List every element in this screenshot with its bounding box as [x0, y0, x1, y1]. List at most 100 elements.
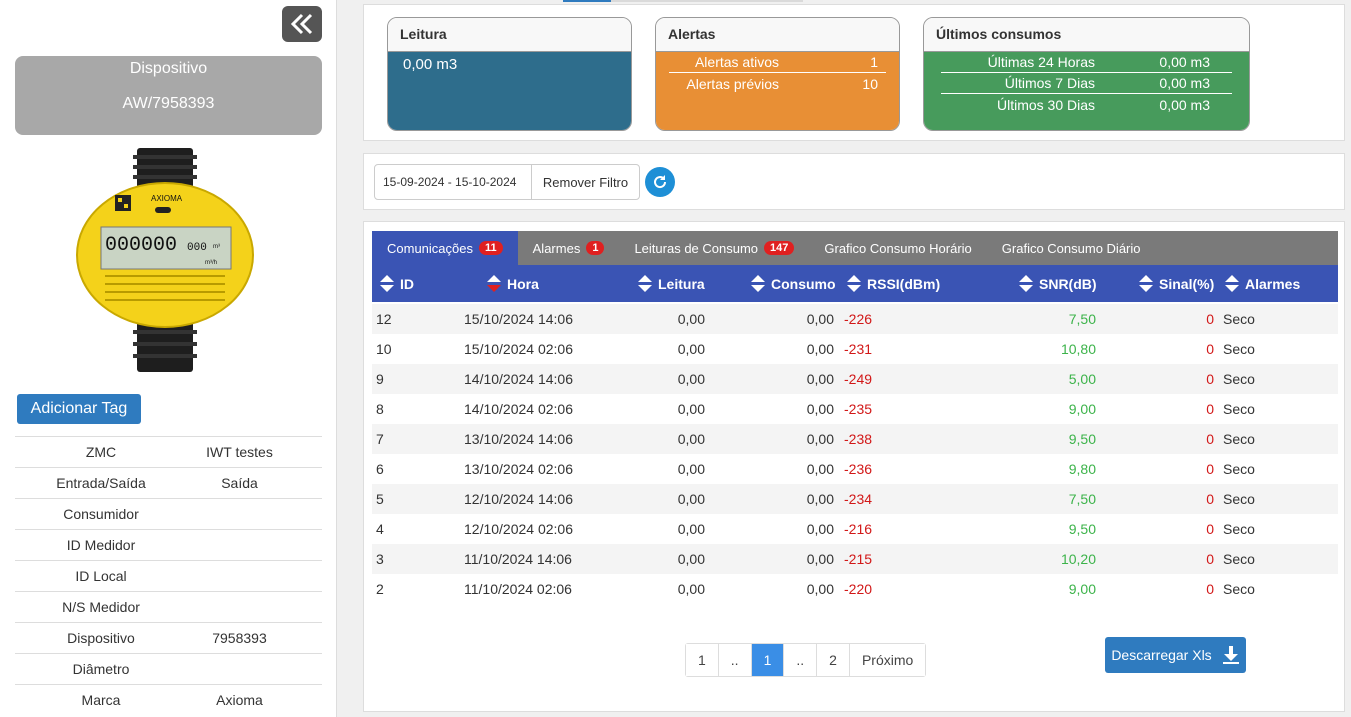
column-header-label: ID: [400, 275, 414, 292]
date-range-picker[interactable]: 15-09-2024 - 15-10-2024: [374, 164, 532, 200]
cell-sinal: 0: [1206, 551, 1214, 567]
property-row: ID Local: [15, 560, 322, 591]
tab-alarmes[interactable]: Alarmes 1: [518, 231, 620, 265]
cell-hora: 12/10/2024 14:06: [464, 491, 573, 507]
column-header[interactable]: Hora: [487, 265, 539, 302]
next-page-button[interactable]: Próximo: [849, 644, 926, 676]
column-header-label: Hora: [507, 275, 539, 292]
refresh-button[interactable]: [645, 167, 675, 197]
tab-grafico-consumo-horario[interactable]: Grafico Consumo Horário: [809, 231, 986, 265]
table-header: ID Hora Leitura Consumo RSSI(dBm) SNR(dB) Sina…: [372, 265, 1338, 302]
alertas-body: Alertas ativos 1 Alertas prévios 10: [656, 52, 899, 130]
cell-alarmes: Seco: [1223, 341, 1255, 357]
cell-consumo: 0,00: [806, 581, 834, 597]
cell-consumo: 0,00: [806, 401, 834, 417]
meter-counter-fraction: 000: [187, 242, 207, 254]
page-button[interactable]: ..: [784, 644, 818, 676]
cell-snr: 7,50: [1068, 311, 1096, 327]
alertas-row: Alertas ativos 1: [669, 52, 886, 73]
water-meter-image: AXIOMA 000000 000 m³ m³/h: [76, 148, 254, 372]
alertas-label: Alertas ativos: [694, 54, 779, 70]
download-xls-button[interactable]: Descarregar Xls: [1105, 637, 1246, 673]
table-body: 12 15/10/2024 14:06 0,00 0,00 -226 7,50 0 Seco 1…: [372, 304, 1338, 604]
cell-alarmes: Seco: [1223, 461, 1255, 477]
consumos-row: Últimos 7 Dias 0,00 m3: [941, 73, 1232, 94]
cell-consumo: 0,00: [806, 371, 834, 387]
tab-grafico-consumo-diario[interactable]: Grafico Consumo Diário: [987, 231, 1156, 265]
page-button[interactable]: 2: [817, 644, 850, 676]
cell-sinal: 0: [1206, 431, 1214, 447]
cell-consumo: 0,00: [806, 341, 834, 357]
cell-consumo: 0,00: [806, 491, 834, 507]
cell-alarmes: Seco: [1223, 311, 1255, 327]
device-id: AW/7958393: [122, 95, 215, 112]
cell-hora: 14/10/2024 14:06: [464, 371, 573, 387]
cell-sinal: 0: [1206, 581, 1214, 597]
top-tab-indicator: [563, 0, 611, 2]
top-tab-strip: [563, 0, 803, 2]
page-button[interactable]: 1: [686, 644, 719, 676]
cell-alarmes: Seco: [1223, 491, 1255, 507]
cell-id: 7: [376, 431, 384, 447]
cell-id: 6: [376, 461, 384, 477]
cell-hora: 15/10/2024 02:06: [464, 341, 573, 357]
cell-rssi: -231: [844, 341, 873, 357]
consumos-label: Últimos 7 Dias: [1004, 75, 1095, 91]
cell-rssi: -215: [844, 551, 873, 567]
cell-id: 5: [376, 491, 384, 507]
cell-id: 10: [376, 341, 392, 357]
column-header[interactable]: SNR(dB): [1019, 265, 1097, 302]
cell-leitura: 0,00: [677, 491, 705, 507]
cell-hora: 13/10/2024 02:06: [464, 461, 573, 477]
cell-id: 4: [376, 521, 384, 537]
column-header[interactable]: Alarmes: [1225, 265, 1300, 302]
tab-leituras-de-consumo[interactable]: Leituras de Consumo 147: [619, 231, 809, 265]
property-row: Entrada/Saída Saída: [15, 467, 322, 498]
table-row: 10 15/10/2024 02:06 0,00 0,00 -231 10,80 0 Seco: [372, 334, 1338, 364]
column-header-label: RSSI(dBm): [867, 275, 941, 292]
cell-alarmes: Seco: [1223, 401, 1255, 417]
collapse-sidebar-button[interactable]: [282, 6, 322, 42]
table-row: 2 11/10/2024 02:06 0,00 0,00 -220 9,00 0 Seco: [372, 574, 1338, 604]
alertas-value: 1: [870, 54, 878, 70]
cell-consumo: 0,00: [806, 551, 834, 567]
page-button[interactable]: ..: [718, 644, 752, 676]
download-xls-label: Descarregar Xls: [1111, 647, 1212, 663]
cell-id: 8: [376, 401, 384, 417]
table-panel: Comunicações 11 Alarmes 1 Leituras de Consum…: [363, 221, 1345, 712]
cell-sinal: 0: [1206, 491, 1214, 507]
page-button[interactable]: 1: [751, 644, 785, 676]
cell-hora: 12/10/2024 02:06: [464, 521, 573, 537]
sort-icon: [847, 274, 861, 293]
property-key: Diâmetro: [72, 661, 130, 677]
sort-icon: [380, 274, 394, 293]
column-header[interactable]: RSSI(dBm): [847, 265, 940, 302]
column-header-label: Sinal(%): [1159, 275, 1215, 292]
cell-rssi: -216: [844, 521, 873, 537]
column-header[interactable]: Consumo: [751, 265, 836, 302]
tab-comunicacoes[interactable]: Comunicações 11: [372, 231, 518, 265]
cell-leitura: 0,00: [677, 341, 705, 357]
device-header: Dispositivo AW/7958393: [15, 56, 322, 135]
column-header-label: Leitura: [658, 275, 705, 292]
sort-icon: [487, 274, 501, 293]
property-key: Consumidor: [63, 506, 139, 522]
refresh-icon: [654, 175, 667, 189]
column-header[interactable]: ID: [380, 265, 414, 302]
cell-hora: 15/10/2024 14:06: [464, 311, 573, 327]
column-header[interactable]: Sinal(%): [1139, 265, 1214, 302]
property-key: N/S Medidor: [62, 599, 140, 615]
cell-sinal: 0: [1206, 521, 1214, 537]
property-row: Marca Axioma: [15, 684, 322, 715]
property-row: Diâmetro: [15, 653, 322, 684]
tab-label: Grafico Consumo Diário: [1001, 240, 1141, 256]
add-tag-button[interactable]: Adicionar Tag: [17, 394, 141, 424]
cell-leitura: 0,00: [677, 311, 705, 327]
property-key: ID Medidor: [66, 537, 136, 553]
cell-snr: 10,20: [1060, 551, 1096, 567]
cell-alarmes: Seco: [1223, 431, 1255, 447]
remove-filter-button[interactable]: Remover Filtro: [531, 164, 640, 200]
consumos-row: Últimas 24 Horas 0,00 m3: [941, 52, 1232, 73]
column-header-label: SNR(dB): [1039, 275, 1097, 292]
column-header[interactable]: Leitura: [638, 265, 705, 302]
